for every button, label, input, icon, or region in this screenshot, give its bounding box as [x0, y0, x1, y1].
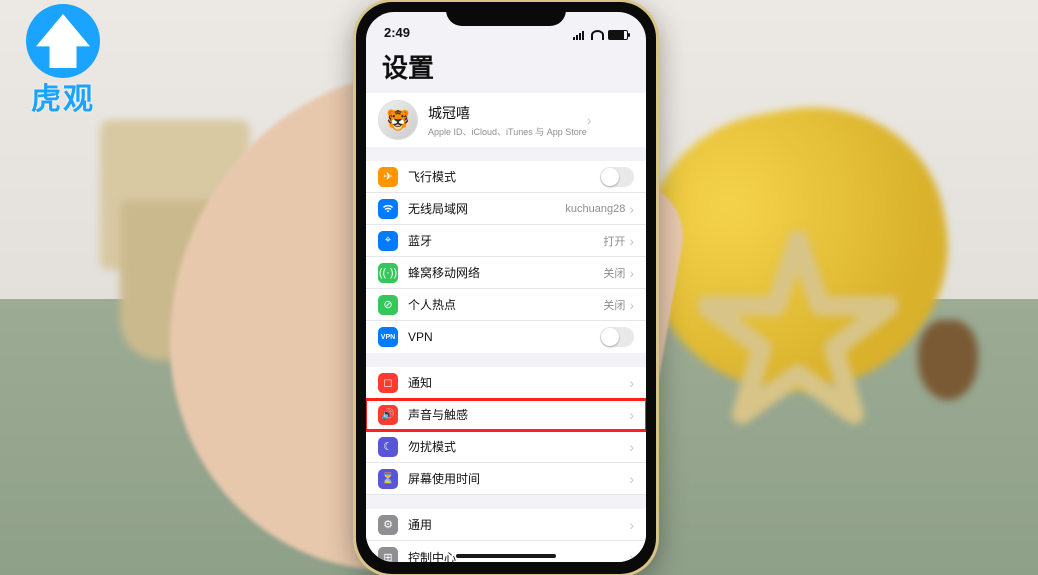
row-label: 蓝牙: [408, 232, 603, 249]
profile-subtitle: Apple ID、iCloud、iTunes 与 App Store: [428, 125, 587, 138]
cellular-icon: ((·)): [378, 263, 398, 283]
row-screen-time[interactable]: ⏳ 屏幕使用时间 ›: [366, 463, 646, 495]
row-apple-id[interactable]: 🐯 城冠嘻 Apple ID、iCloud、iTunes 与 App Store…: [366, 93, 646, 147]
settings-list[interactable]: 🐯 城冠嘻 Apple ID、iCloud、iTunes 与 App Store…: [366, 93, 646, 562]
general-icon: ⚙: [378, 515, 398, 535]
dnd-icon: ☾: [378, 437, 398, 457]
sounds-icon: 🔊: [378, 405, 398, 425]
row-notifications[interactable]: ◻ 通知 ›: [366, 367, 646, 399]
notifications-icon: ◻: [378, 373, 398, 393]
wifi-icon: [591, 30, 604, 40]
page-title: 设置: [366, 42, 646, 93]
row-label: 声音与触感: [408, 406, 629, 423]
chevron-right-icon: ›: [629, 298, 634, 312]
chevron-right-icon: ›: [629, 376, 634, 390]
screentime-icon: ⏳: [378, 469, 398, 489]
row-label: 个人热点: [408, 296, 603, 313]
chevron-right-icon: ›: [587, 113, 592, 127]
chevron-right-icon: ›: [629, 202, 634, 216]
airplane-switch[interactable]: [600, 167, 634, 187]
row-label: 蜂窝移动网络: [408, 264, 603, 281]
bluetooth-icon: ⌖: [378, 231, 398, 251]
row-hotspot[interactable]: ⊘ 个人热点 关闭 ›: [366, 289, 646, 321]
row-label: 无线局域网: [408, 200, 565, 217]
background-star: [698, 230, 898, 430]
wifi-icon: [378, 199, 398, 219]
chevron-right-icon: ›: [629, 440, 634, 454]
row-label: 飞行模式: [408, 168, 600, 185]
row-vpn[interactable]: VPN VPN: [366, 321, 646, 353]
battery-icon: [608, 30, 628, 40]
phone-screen: 2:49 设置 🐯 城冠嘻 Apple ID、iCloud、iTunes 与 A…: [366, 12, 646, 562]
status-time: 2:49: [384, 25, 410, 40]
row-sounds-haptics[interactable]: 🔊 声音与触感 ›: [366, 399, 646, 431]
row-cellular[interactable]: ((·)) 蜂窝移动网络 关闭 ›: [366, 257, 646, 289]
chevron-right-icon: ›: [629, 550, 634, 562]
row-value: 关闭: [603, 265, 625, 281]
airplane-icon: ✈: [378, 167, 398, 187]
chevron-right-icon: ›: [629, 266, 634, 280]
row-label: 通知: [408, 374, 629, 391]
row-airplane-mode[interactable]: ✈ 飞行模式: [366, 161, 646, 193]
phone-notch: [446, 2, 566, 26]
row-value: kuchuang28: [565, 203, 625, 215]
row-do-not-disturb[interactable]: ☾ 勿扰模式 ›: [366, 431, 646, 463]
logo-text: 虎观: [18, 74, 108, 118]
profile-name: 城冠嘻: [428, 103, 587, 123]
row-label: 屏幕使用时间: [408, 470, 629, 487]
row-value: 打开: [603, 233, 625, 249]
row-wifi[interactable]: 无线局域网 kuchuang28 ›: [366, 193, 646, 225]
home-indicator[interactable]: [456, 554, 556, 558]
chevron-right-icon: ›: [629, 518, 634, 532]
row-value: 关闭: [603, 297, 625, 313]
settings-group-profile: 🐯 城冠嘻 Apple ID、iCloud、iTunes 与 App Store…: [366, 93, 646, 147]
avatar: 🐯: [378, 100, 418, 140]
settings-group-notifications: ◻ 通知 › 🔊 声音与触感 › ☾ 勿扰模式 › ⏳ 屏幕使用时间: [366, 367, 646, 495]
phone-frame: 2:49 设置 🐯 城冠嘻 Apple ID、iCloud、iTunes 与 A…: [356, 2, 656, 574]
row-general[interactable]: ⚙ 通用 ›: [366, 509, 646, 541]
hotspot-icon: ⊘: [378, 295, 398, 315]
control-center-icon: ⊞: [378, 547, 398, 562]
chevron-right-icon: ›: [629, 408, 634, 422]
background-prop: [918, 320, 978, 400]
chevron-right-icon: ›: [629, 234, 634, 248]
row-label: 通用: [408, 516, 629, 533]
row-label: VPN: [408, 330, 600, 344]
row-control-center[interactable]: ⊞ 控制中心 ›: [366, 541, 646, 562]
row-label: 勿扰模式: [408, 438, 629, 455]
row-bluetooth[interactable]: ⌖ 蓝牙 打开 ›: [366, 225, 646, 257]
status-icons: [573, 30, 628, 40]
signal-icon: [573, 30, 587, 40]
vpn-icon: VPN: [378, 327, 398, 347]
logo-icon: [26, 4, 100, 78]
settings-group-connectivity: ✈ 飞行模式 无线局域网 kuchuang28 › ⌖ 蓝牙 打开 ›: [366, 161, 646, 353]
chevron-right-icon: ›: [629, 472, 634, 486]
vpn-switch[interactable]: [600, 327, 634, 347]
channel-logo: 虎观: [18, 4, 108, 118]
